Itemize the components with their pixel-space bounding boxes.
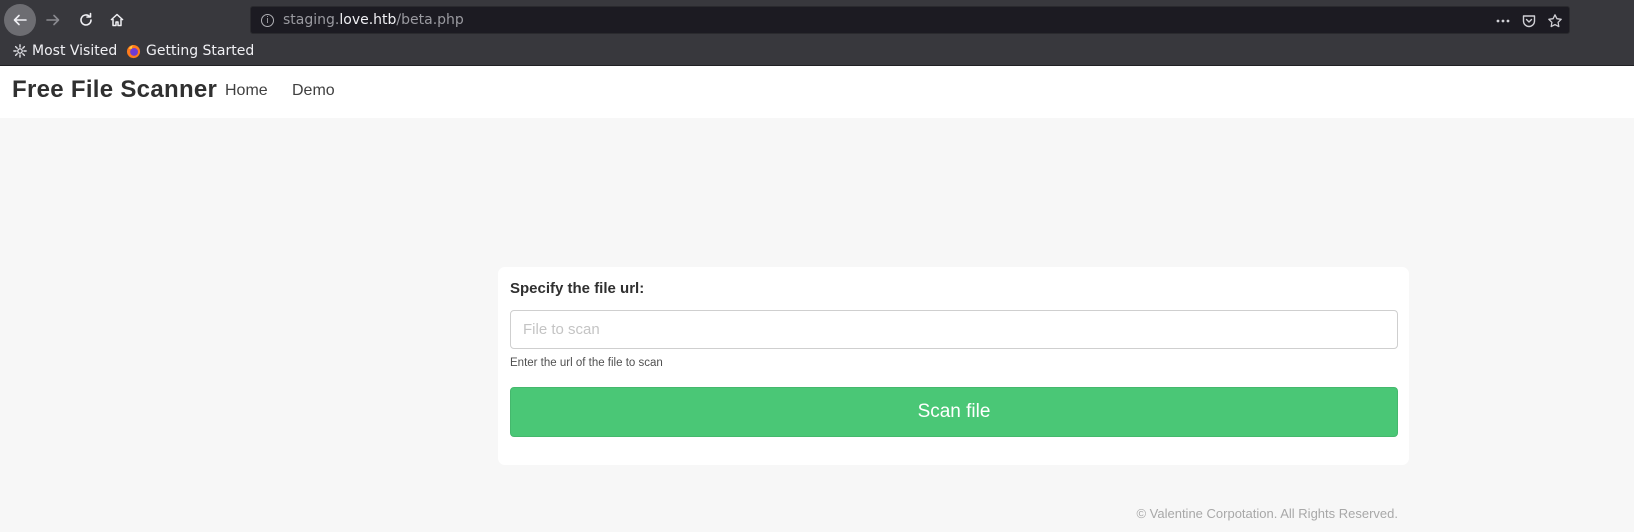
file-url-input[interactable] [510,310,1398,349]
bookmark-label: Most Visited [32,43,118,59]
info-icon[interactable]: i [261,14,274,27]
back-button[interactable] [4,4,36,36]
site-brand[interactable]: Free File Scanner [12,76,217,104]
browser-chrome: i staging.love.htb/beta.php Most Visited… [0,0,1634,66]
home-button[interactable] [101,4,133,36]
gear-icon [12,44,27,59]
bookmark-most-visited[interactable]: Most Visited [12,43,117,59]
arrow-left-icon [13,14,27,26]
url-prefix: staging. [283,12,340,28]
page-actions-button[interactable] [1495,13,1511,29]
bookmark-getting-started[interactable]: Getting Started [126,43,254,59]
url-actions [1495,11,1563,31]
file-url-label: Specify the file url: [510,280,645,297]
firefox-icon [126,44,141,59]
star-icon [1548,14,1562,28]
url-text[interactable]: staging.love.htb/beta.php [283,12,464,28]
browser-toolbar: i staging.love.htb/beta.php [0,0,1634,40]
scan-form-card: Specify the file url: Enter the url of t… [498,267,1409,465]
pocket-icon [1522,15,1536,28]
nav-link-demo[interactable]: Demo [292,82,335,100]
url-domain: love.htb [339,12,397,28]
reload-icon [80,12,92,26]
file-url-help-text: Enter the url of the file to scan [510,357,663,369]
arrow-right-icon [46,14,60,26]
bookmark-star-button[interactable] [1547,13,1563,29]
address-bar[interactable]: i staging.love.htb/beta.php [250,6,1570,34]
bookmarks-toolbar: Most Visited Getting Started [0,40,1634,66]
ellipsis-icon [1496,19,1510,23]
nav-link-home[interactable]: Home [225,82,268,100]
home-icon [110,13,124,27]
reload-button[interactable] [70,4,102,36]
pocket-button[interactable] [1521,13,1537,29]
footer-copyright: © Valentine Corpotation. All Rights Rese… [1136,506,1398,521]
forward-button[interactable] [37,4,69,36]
bookmark-label: Getting Started [146,43,255,59]
scan-file-button[interactable]: Scan file [510,387,1398,437]
site-navbar: Free File Scanner Home Demo [0,66,1634,118]
url-path: /beta.php [396,12,464,28]
